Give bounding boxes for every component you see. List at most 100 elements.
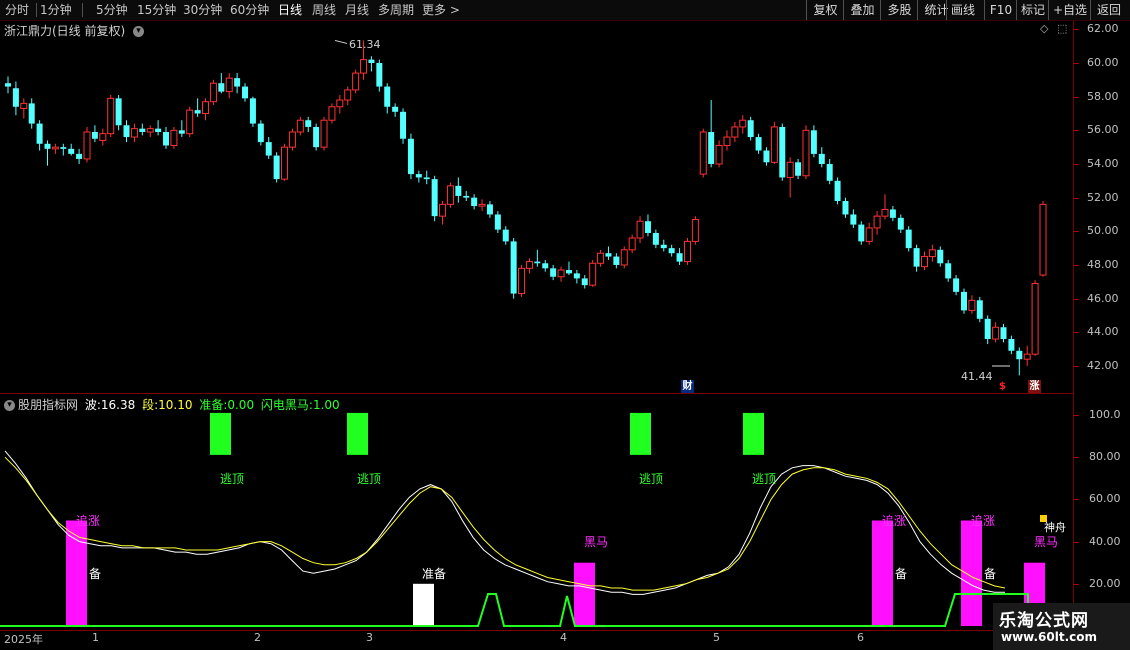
- candle-body: [620, 249, 628, 266]
- period-tab-monthly[interactable]: 月线: [345, 1, 369, 19]
- darkhorse-bar: [574, 562, 595, 626]
- candle-body: [288, 131, 296, 148]
- candle: [194, 98, 201, 117]
- price-tick-mark: [1073, 163, 1079, 165]
- candle-body: [1008, 339, 1015, 351]
- period-tab-daily[interactable]: 日线: [278, 1, 302, 19]
- candle-body: [407, 138, 414, 175]
- candle-body: [439, 203, 447, 217]
- candle: [91, 125, 98, 143]
- fuquan-button[interactable]: 复权: [806, 0, 844, 20]
- candle-body: [218, 83, 225, 92]
- candle-body: [510, 241, 517, 294]
- period-tab-30min[interactable]: 30分钟: [183, 1, 222, 19]
- multi-stock-button[interactable]: 多股: [880, 0, 918, 20]
- candle-body: [423, 177, 430, 180]
- candle-body: [945, 263, 952, 279]
- candle-body: [652, 232, 659, 245]
- candle-body: [920, 256, 928, 268]
- candle-body: [660, 244, 667, 249]
- candle: [439, 201, 447, 225]
- candle-body: [178, 130, 185, 134]
- candle-body: [494, 214, 501, 230]
- indicator-tick-label: 80.00: [1089, 450, 1121, 464]
- candle: [795, 158, 802, 180]
- period-tab-60min[interactable]: 60分钟: [230, 1, 269, 19]
- candle: [155, 120, 162, 136]
- draw-line-button[interactable]: 画线: [946, 0, 979, 20]
- candle-body: [194, 110, 201, 114]
- candle-body: [76, 153, 83, 159]
- period-tab-1min[interactable]: 1分钟: [40, 1, 72, 19]
- escape-signal-1: 逃顶: [220, 472, 245, 486]
- period-tab-fenshi[interactable]: 分时: [5, 1, 29, 19]
- candle: [5, 76, 11, 94]
- x-label-month-5: 5: [713, 631, 720, 644]
- candle-body: [708, 132, 715, 164]
- candle: [28, 98, 35, 129]
- candle: [826, 158, 833, 185]
- candle: [747, 116, 754, 141]
- period-tab-15min[interactable]: 15分钟: [137, 1, 176, 19]
- candle-body: [1000, 327, 1007, 340]
- period-tab-multi[interactable]: 多周期: [378, 1, 414, 19]
- overlay-button[interactable]: 叠加: [843, 0, 881, 20]
- candle: [960, 288, 967, 314]
- candle: [992, 322, 1000, 343]
- limit-up-marker[interactable]: 涨: [1028, 380, 1041, 393]
- back-button[interactable]: 返回: [1090, 0, 1127, 20]
- candle: [336, 94, 344, 114]
- price-tick-mark: [1073, 365, 1079, 367]
- period-toolbar: 分时 1分钟 5分钟 15分钟 30分钟 60分钟 日线 周线 月线 多周期 更…: [0, 0, 1130, 21]
- candle: [1016, 347, 1023, 376]
- high-arrow: [334, 39, 348, 44]
- candle-body: [905, 229, 912, 249]
- f10-button[interactable]: F10: [984, 0, 1017, 20]
- candle: [510, 238, 517, 299]
- candle: [352, 69, 360, 94]
- candle-body: [455, 185, 462, 196]
- candle: [525, 258, 533, 274]
- candle-body: [597, 252, 605, 264]
- candle-body: [715, 144, 723, 165]
- candle-body: [795, 162, 802, 176]
- candle-body: [613, 256, 620, 265]
- candle-body: [328, 106, 336, 121]
- candle-body: [1016, 350, 1023, 360]
- candle-body: [881, 208, 889, 217]
- candle: [415, 170, 422, 183]
- price-tick-mark: [1073, 231, 1079, 233]
- candle-body: [723, 136, 731, 146]
- candle-body: [209, 82, 217, 103]
- mark-button[interactable]: 标记: [1016, 0, 1049, 20]
- candle-body: [628, 237, 636, 251]
- add-watchlist-button[interactable]: +自选: [1048, 0, 1091, 20]
- candle: [1008, 335, 1015, 355]
- finance-marker[interactable]: 财: [681, 380, 694, 393]
- dollar-marker[interactable]: $: [996, 380, 1009, 393]
- x-label-month-1: 1: [92, 631, 99, 644]
- candle-body: [446, 185, 454, 205]
- candle: [968, 295, 976, 314]
- period-tab-weekly[interactable]: 周线: [312, 1, 336, 19]
- candle: [471, 194, 478, 210]
- price-axis-divider: [1073, 21, 1074, 631]
- chase-signal-2: 追涨: [882, 514, 907, 528]
- candle-body: [400, 111, 407, 139]
- candle: [170, 126, 178, 149]
- period-tab-5min[interactable]: 5分钟: [96, 1, 128, 19]
- candle: [494, 211, 501, 233]
- candle: [763, 147, 770, 166]
- candle: [478, 199, 486, 212]
- candle-body: [913, 248, 920, 267]
- candle-body: [573, 273, 580, 279]
- candle: [755, 133, 762, 154]
- candle: [905, 226, 912, 252]
- period-tab-more[interactable]: 更多 >: [422, 1, 460, 19]
- candle: [1000, 323, 1007, 343]
- price-tick-mark: [1073, 264, 1079, 266]
- candle: [242, 83, 249, 102]
- candle-body: [897, 217, 904, 230]
- candle: [1031, 280, 1039, 356]
- candle-body: [68, 148, 75, 154]
